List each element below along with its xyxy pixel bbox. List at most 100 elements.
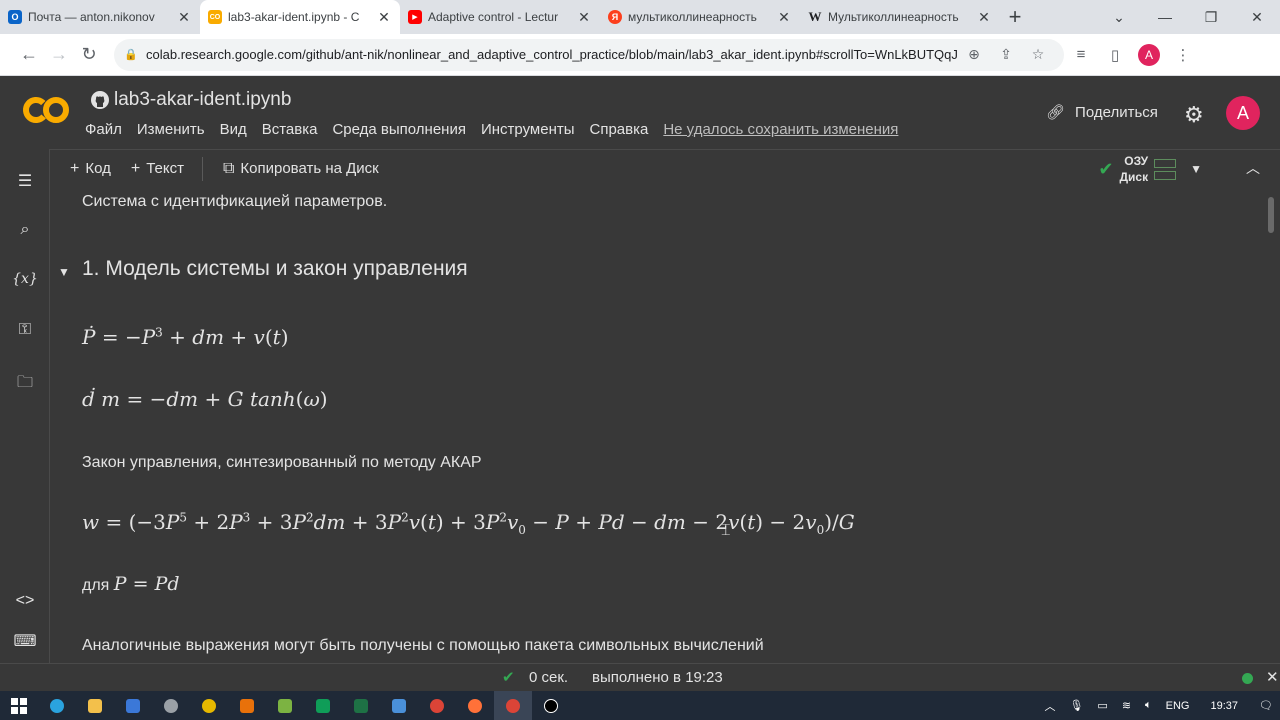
variables-icon[interactable]: {x}	[0, 271, 50, 287]
notebook-toolbar: + Код + Текст ⧉ Копировать на Диск ✔ ОЗУ Ди…	[50, 149, 1280, 187]
tab-search-icon[interactable]: ⌄	[1096, 0, 1142, 34]
reload-icon[interactable]: ↻	[74, 44, 104, 65]
tray-chevron-icon[interactable]: ︿	[1044, 698, 1055, 714]
firefox-icon[interactable]	[456, 691, 494, 720]
new-tab-button[interactable]: +	[1000, 0, 1030, 34]
browser-tab-yandex[interactable]: Я мультиколлинеарность ✕	[600, 0, 800, 34]
resources-indicator[interactable]: ✔ ОЗУ Диск ▼	[1098, 153, 1202, 185]
language-indicator[interactable]: ENG	[1166, 700, 1190, 712]
status-bar: ✔ 0 сек. выполнено в 19:23 ✕	[0, 663, 1280, 691]
share-page-icon[interactable]: ⇪	[990, 46, 1022, 63]
profile-avatar[interactable]: A	[1138, 43, 1160, 66]
url-text[interactable]: colab.research.google.com/github/ant-nik…	[146, 47, 958, 62]
close-tab-icon[interactable]: ✕	[376, 9, 392, 26]
youtube-icon: ▶	[408, 10, 422, 24]
condition-equation: P = Pd	[113, 573, 180, 595]
code-snippets-icon[interactable]: <>	[0, 592, 50, 610]
battery-icon[interactable]: ▭	[1097, 699, 1107, 712]
wifi-icon[interactable]: ≋	[1122, 699, 1131, 712]
address-bar[interactable]: 🔒 colab.research.google.com/github/ant-n…	[114, 38, 1064, 71]
volume-icon[interactable]: 🔈︎	[1145, 699, 1152, 712]
close-tab-icon[interactable]: ✕	[976, 9, 992, 26]
zoom-icon[interactable]: ⊕	[958, 46, 990, 63]
add-text-button[interactable]: + Текст	[131, 160, 184, 178]
browser-tab-youtube[interactable]: ▶ Adaptive control - Lectur ✕	[400, 0, 600, 34]
notepad-icon[interactable]	[266, 691, 304, 720]
control-law-text: Закон управления, синтезированный по мет…	[82, 454, 482, 471]
colab-icon: CO	[208, 10, 222, 24]
left-rail: ☰ ⌕ {x} ⚿ 🗀︎ <> ⌨︎	[0, 149, 50, 663]
collapse-header-icon[interactable]: ︿	[1246, 158, 1260, 178]
ram-bar	[1154, 158, 1177, 168]
clock[interactable]: 19:37	[1211, 700, 1239, 712]
excel-icon[interactable]	[342, 691, 380, 720]
add-code-button[interactable]: + Код	[70, 160, 111, 178]
telegram-icon[interactable]	[38, 691, 76, 720]
browser-tab-mail[interactable]: O Почта — anton.nikonov ✕	[0, 0, 200, 34]
menu-insert[interactable]: Вставка	[262, 121, 318, 138]
side-panel-icon[interactable]: ▯	[1098, 46, 1132, 64]
settings-gear-icon[interactable]: ⚙	[1184, 102, 1204, 128]
share-button[interactable]: 🔗︎ Поделиться	[1046, 103, 1158, 122]
secrets-key-icon[interactable]: ⚿	[0, 321, 50, 339]
command-palette-icon[interactable]: ⌨︎	[0, 631, 50, 651]
tab-title: lab3-akar-ident.ipynb - C	[228, 10, 360, 24]
notebook-content: Система с идентификацией параметров. ▼ 1…	[50, 187, 1274, 663]
browser-tab-wikipedia[interactable]: W Мультиколлинеарность ✕	[800, 0, 1000, 34]
close-status-icon[interactable]: ✕	[1266, 668, 1279, 686]
remote-desktop-icon[interactable]	[114, 691, 152, 720]
copy-to-drive-label: Копировать на Диск	[240, 160, 379, 177]
menu-help[interactable]: Справка	[590, 121, 649, 138]
chrome-active-icon[interactable]	[494, 691, 532, 720]
close-window-icon[interactable]: ✕	[1234, 0, 1280, 34]
github-icon	[91, 91, 109, 109]
tab-strip: O Почта — anton.nikonov ✕ CO lab3-akar-i…	[0, 0, 1280, 34]
menu-file[interactable]: Файл	[85, 121, 122, 138]
add-code-label: Код	[85, 160, 111, 177]
reading-list-icon[interactable]: ≡	[1064, 46, 1098, 63]
microphone-icon[interactable]: 🎙︎	[1069, 699, 1083, 712]
collapse-section-icon[interactable]: ▼	[58, 265, 70, 279]
forward-icon[interactable]: →	[44, 44, 74, 65]
browser-tab-colab[interactable]: CO lab3-akar-ident.ipynb - C ✕	[200, 0, 400, 34]
chevron-down-icon[interactable]: ▼	[1190, 162, 1202, 176]
terminal-icon[interactable]	[304, 691, 342, 720]
restore-icon[interactable]: ❐	[1188, 0, 1234, 34]
back-icon[interactable]: ←	[14, 44, 44, 65]
share-label: Поделиться	[1075, 103, 1158, 121]
scrollbar-thumb[interactable]	[1268, 197, 1274, 233]
network-app-icon[interactable]	[380, 691, 418, 720]
menu-edit[interactable]: Изменить	[137, 121, 205, 138]
browser-menu-icon[interactable]: ⋮	[1166, 46, 1200, 64]
user-avatar[interactable]: A	[1226, 96, 1260, 130]
add-text-label: Текст	[146, 160, 184, 177]
save-failed-link[interactable]: Не удалось сохранить изменения	[663, 121, 898, 138]
menu-runtime[interactable]: Среда выполнения	[332, 121, 466, 138]
close-tab-icon[interactable]: ✕	[776, 9, 792, 26]
chrome-icon[interactable]	[418, 691, 456, 720]
obs-icon[interactable]	[532, 691, 570, 720]
copy-to-drive-button[interactable]: ⧉ Копировать на Диск	[223, 160, 379, 178]
toolbar-divider	[201, 156, 203, 181]
equation-dm-dot: ḋ m = −dm + G tanh(ω)	[82, 387, 328, 411]
notifications-icon[interactable]: 🗨︎	[1259, 699, 1273, 712]
close-tab-icon[interactable]: ✕	[576, 9, 592, 26]
close-tab-icon[interactable]: ✕	[176, 9, 192, 26]
elapsed-time: 0 сек.	[529, 669, 569, 686]
success-check-icon: ✔	[502, 669, 515, 686]
app-icon[interactable]	[152, 691, 190, 720]
menu-view[interactable]: Вид	[220, 121, 247, 138]
file-explorer-icon[interactable]	[76, 691, 114, 720]
notebook-title[interactable]: lab3-akar-ident.ipynb	[114, 89, 291, 111]
system-tray: ︿ 🎙︎ ▭ ≋ 🔈︎ ENG 19:37 🗨︎	[1037, 691, 1280, 720]
disk-label: Диск	[1119, 170, 1149, 184]
search-icon[interactable]: ⌕	[0, 221, 50, 239]
app-orange-icon[interactable]	[228, 691, 266, 720]
files-folder-icon[interactable]: 🗀︎	[0, 371, 50, 398]
bookmark-star-icon[interactable]: ☆	[1022, 46, 1054, 63]
minimize-icon[interactable]: —	[1142, 0, 1188, 34]
windows-start-icon[interactable]	[0, 691, 38, 720]
chrome-dev-icon[interactable]	[190, 691, 228, 720]
table-of-contents-icon[interactable]: ☰	[0, 171, 50, 191]
menu-tools[interactable]: Инструменты	[481, 121, 575, 138]
